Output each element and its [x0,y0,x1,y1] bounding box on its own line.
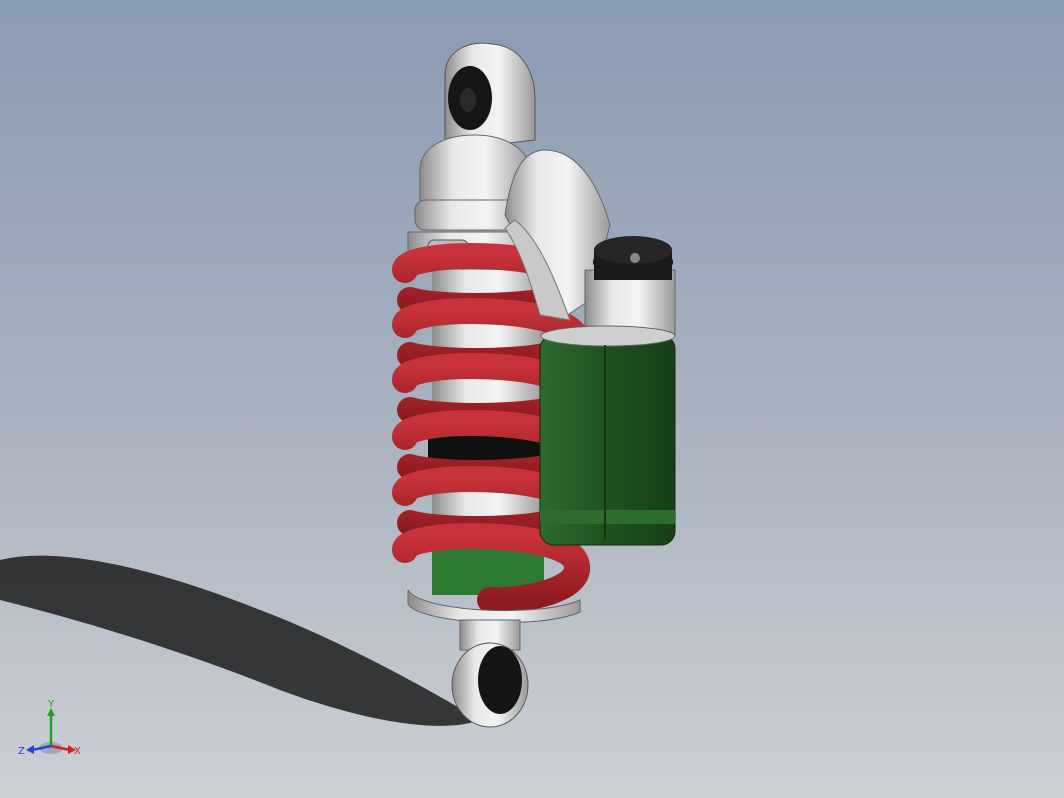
triad-shapes [26,708,76,754]
bottom-eyelet [451,619,529,728]
triad-label-y: Y [47,700,55,710]
reference-triad: Y X Z [18,700,81,757]
triad-label-z: Z [18,746,25,757]
top-eyelet [444,42,536,151]
triad-label-x: X [74,746,81,757]
graphics-viewport[interactable] [0,0,1064,798]
